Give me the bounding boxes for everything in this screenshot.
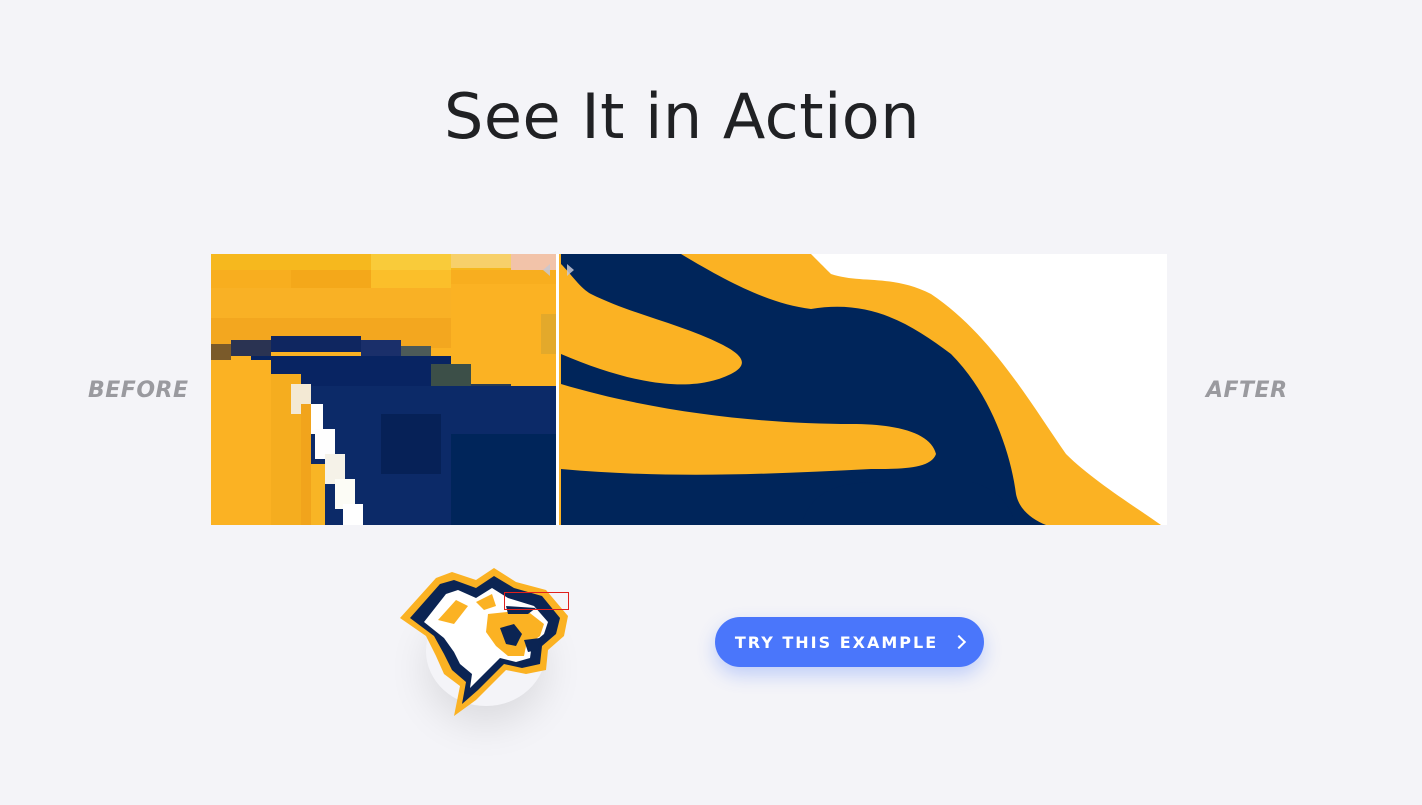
try-this-example-label: TRY THIS EXAMPLE [734,632,939,652]
section-title: See It in Action [443,80,921,153]
see-it-in-action-section: See It in Action BEFORE AFTER TRY THIS E… [0,0,1422,805]
wildcat-mascot-logo-icon [400,568,568,716]
slider-right-arrow-icon[interactable] [567,264,574,276]
before-after-comparison-slider[interactable] [211,254,1167,525]
slider-divider-handle[interactable] [556,254,559,525]
before-label: BEFORE [88,378,189,403]
before-image [211,254,557,525]
example-thumbnail[interactable] [396,566,572,718]
after-label: AFTER [1206,378,1288,403]
try-this-example-button[interactable]: TRY THIS EXAMPLE [715,617,984,667]
zoom-region-indicator [504,592,569,610]
chevron-right-icon [952,634,967,650]
slider-left-arrow-icon[interactable] [543,264,550,276]
